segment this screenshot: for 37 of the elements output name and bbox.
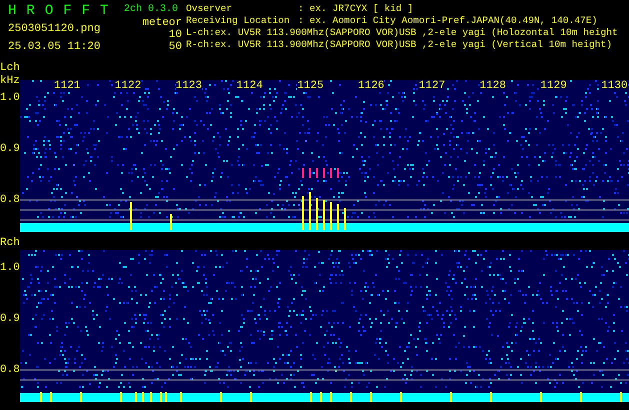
- version-label: 2ch 0.3.0: [124, 3, 178, 17]
- title-letter: F: [82, 3, 90, 19]
- frequency-label: 1130: [601, 80, 628, 92]
- frequency-axis-label: 0.8: [0, 364, 20, 376]
- mode-label: meteor: [142, 17, 182, 29]
- frequency-label: 1128: [480, 80, 506, 92]
- info-label: Ovserver: [186, 3, 234, 15]
- title-letter: O: [44, 3, 54, 19]
- title-letter: F: [63, 3, 72, 19]
- frequency-axis-label: 0.9: [0, 143, 20, 155]
- channel-label: Rch: [0, 237, 21, 250]
- frequency-axis-label: 1.0: [0, 262, 20, 274]
- frequency-axis-label: 0.9: [0, 313, 20, 325]
- frequency-label: 1121: [54, 80, 80, 92]
- title-letter: T: [100, 3, 108, 19]
- count-value: 10: [168, 29, 182, 41]
- frequency-label: 1123: [176, 80, 202, 92]
- frequency-label: 1127: [418, 80, 446, 92]
- channel-label: Lch: [0, 62, 21, 75]
- timestamp: 25.03.05 11:20: [8, 40, 102, 55]
- frequency-label: 1124: [236, 80, 263, 92]
- count-value: 50: [168, 41, 182, 53]
- title-letter: H: [8, 3, 16, 19]
- info-value: : ex. Aomori City Aomori-Pref.JAPAN(40.49N, 140.47E): [298, 15, 598, 27]
- frequency-axis-label: 0.8: [0, 194, 20, 206]
- channel-info: L-ch:ex. UV5R 113.900Mhz(SAPPORO VOR)USB ,2-ele yagi (Holozontal 10m height: [186, 27, 618, 39]
- channel-info: R-ch:ex. UV5R 113.900Mhz(SAPPORO VOR)USB ,2-ele yagi (Vertical 10m height): [186, 39, 612, 51]
- filename: 2503051120.png: [8, 22, 102, 37]
- info-label: Receiving Location: [186, 15, 291, 27]
- info-value: : ex. JR7CYX [ kid ]: [298, 3, 414, 15]
- frequency-label: 1129: [540, 80, 567, 92]
- frequency-label: 1125: [297, 80, 324, 92]
- title-letter: R: [26, 3, 35, 19]
- frequency-label: 1122: [114, 80, 142, 92]
- frequency-label: 1126: [358, 80, 384, 92]
- unit-label: kHz: [0, 75, 20, 87]
- frequency-axis-label: 1.0: [0, 92, 20, 104]
